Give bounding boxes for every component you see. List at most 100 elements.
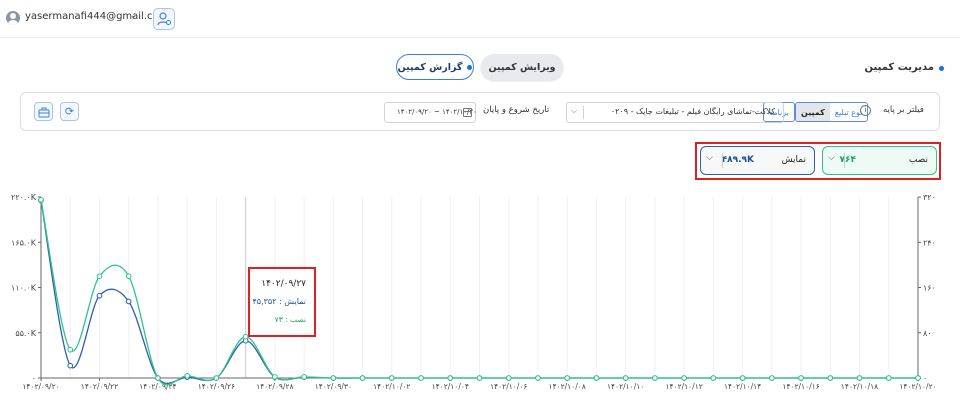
tab-label: ویرایش کمپین <box>488 61 556 73</box>
y-tick-label-left: ۱۶۵.۰K <box>11 238 37 247</box>
data-point-install <box>213 375 220 381</box>
chevron-down-icon: ⌵ <box>571 106 578 115</box>
data-point-install <box>301 374 307 380</box>
data-point-install <box>915 375 921 381</box>
chevron-down-icon[interactable]: ⌄ <box>130 11 137 20</box>
metric-label: نصب <box>908 155 928 165</box>
data-point-install <box>827 375 834 381</box>
data-point-install <box>184 372 190 379</box>
date-range-label: تاریخ شروع و پایان <box>483 105 550 115</box>
data-point-install <box>856 375 863 381</box>
data-point-install <box>535 375 541 381</box>
y-tick-label-left: ۱۱۰.۰K <box>11 284 37 293</box>
data-point-install <box>155 375 161 381</box>
divider <box>583 106 584 119</box>
data-point-install <box>564 375 571 381</box>
data-point-impression <box>96 292 103 299</box>
metric-impression-card[interactable]: نمایش ۴۸۹.۹K ⌵ <box>700 146 815 175</box>
seg-campaign[interactable]: کمپین <box>796 103 830 121</box>
data-point-install <box>125 273 132 279</box>
filter-bar: فیلتر بر پایه i نوع تبلیغ کمپین برنامه ک… <box>20 92 940 131</box>
y-tick-label-left: ۵۵.۰K <box>15 329 36 338</box>
data-point-install <box>389 375 395 381</box>
data-point-install <box>272 374 278 380</box>
active-dot-icon <box>467 64 473 70</box>
data-point-install <box>885 375 892 381</box>
data-point-impression <box>125 298 132 305</box>
data-point-install <box>593 375 600 381</box>
metric-value: ۷۶۴ <box>839 155 856 165</box>
campaign-select-value: کلاکت-تماشای رایگان فیلم - تبلیغات جایک … <box>610 107 775 116</box>
tooltip-date: ۱۴۰۲/۰۹/۲۷ <box>261 279 306 289</box>
data-point-install <box>96 273 103 279</box>
tooltip-impression: نمایش : ۴۵,۳۵۲ <box>252 297 306 306</box>
data-point-impression <box>67 362 74 369</box>
divider <box>722 153 723 168</box>
date-range-input[interactable]: ۱۴۰۲/۰۹/۲۰ ~ ۱۴۰۲/۱۰/۲۰ <box>384 102 477 123</box>
refresh-button[interactable]: ⟳ <box>60 102 79 121</box>
filter-label: فیلتر بر پایه <box>882 105 924 115</box>
top-bar: yasermanafi444@gmail.com ⌄ <box>0 0 960 38</box>
divider <box>844 153 845 168</box>
x-tick-label: ۱۴۰۲/۱۰/۰۶ <box>490 382 527 391</box>
y-tick-label-right: ۳۲۰ <box>923 193 936 202</box>
data-point-install <box>447 375 454 381</box>
data-point-install <box>476 375 483 381</box>
tab-campaign-edit[interactable]: ویرایش کمپین <box>481 54 563 80</box>
x-tick-label: ۱۴۰۲/۱۰/۱۸ <box>841 382 878 391</box>
title-dot-icon <box>939 66 944 71</box>
x-tick-label: ۱۴۰۲/۱۰/۱۰ <box>607 382 644 391</box>
data-point-install <box>681 375 687 381</box>
x-tick-label: ۱۴۰۲/۱۰/۱۶ <box>782 382 819 391</box>
line-chart: ۰ ۰۵۵.۰K ۸۰۱۱۰.۰K ۱۶۰۱۶۵.۰K ۲۴۰۲۲۰.۰K ۳۲۰۱۴۰۲… <box>11 193 937 391</box>
data-point-install <box>622 375 629 381</box>
account-settings-button[interactable] <box>153 8 175 30</box>
data-point-install <box>739 375 746 381</box>
x-tick-label: ۱۴۰۲/۱۰/۰۸ <box>549 382 586 391</box>
chevron-down-icon[interactable]: ⌵ <box>828 153 835 163</box>
campaign-select[interactable]: کلاکت-تماشای رایگان فیلم - تبلیغات جایک … <box>566 102 784 123</box>
seg-ad-type[interactable]: نوع تبلیغ <box>830 103 868 121</box>
data-point-install <box>505 375 512 381</box>
user-gear-icon <box>157 12 171 26</box>
chevron-down-icon[interactable]: ⌵ <box>706 153 713 163</box>
page-title: مدیریت کمپین <box>864 62 934 73</box>
x-tick-label: ۱۴۰۲/۱۰/۱۲ <box>665 382 702 391</box>
x-tick-label: ۱۴۰۲/۱۰/۰۴ <box>432 382 469 391</box>
user-avatar-icon[interactable] <box>6 11 20 25</box>
y-tick-label-right: ۲۴۰ <box>923 238 936 247</box>
chart-tooltip: ۱۴۰۲/۰۹/۲۷ نمایش : ۴۵,۳۵۲ نصب : ۷۳ <box>248 267 316 337</box>
y-tick-label-right: ۱۶۰ <box>923 284 936 293</box>
calendar-icon <box>463 108 472 117</box>
y-tick-label-left: ۲۲۰.۰K <box>11 193 37 202</box>
metric-install-card[interactable]: نصب ۷۶۴ ⌵ <box>822 146 937 175</box>
data-point-install <box>359 375 366 381</box>
x-tick-label: ۱۴۰۲/۰۹/۳۰ <box>315 382 352 391</box>
x-tick-label: ۱۴۰۲/۰۹/۲۲ <box>81 382 118 391</box>
data-point-install <box>67 346 74 353</box>
x-tick-label: ۱۴۰۲/۰۹/۲۶ <box>198 382 235 391</box>
x-tick-label: ۱۴۰۲/۰۹/۲۸ <box>256 382 293 391</box>
data-point-install <box>710 375 717 381</box>
x-tick-label: ۱۴۰۲/۱۰/۲۰ <box>899 382 936 391</box>
refresh-icon: ⟳ <box>64 105 75 118</box>
y-tick-label-right: ۸۰ <box>923 329 932 338</box>
data-point-install <box>798 375 804 381</box>
data-point-install <box>652 375 658 381</box>
metric-value: ۴۸۹.۹K <box>721 155 754 165</box>
filter-type-toggle: نوع تبلیغ کمپین <box>795 102 869 122</box>
tooltip-install: نصب : ۷۳ <box>274 315 306 324</box>
x-tick-label: ۱۴۰۲/۰۹/۲۰ <box>22 382 59 391</box>
data-point-install <box>330 375 337 381</box>
briefcase-icon <box>38 107 49 117</box>
x-tick-label: ۱۴۰۲/۱۰/۰۲ <box>373 382 410 391</box>
tab-label: گزارش کمپین <box>397 61 463 73</box>
account-email[interactable]: yasermanafi444@gmail.com <box>25 11 168 22</box>
x-tick-label: ۱۴۰۲/۱۰/۱۴ <box>724 382 761 391</box>
data-point-install <box>38 197 44 203</box>
tab-campaign-report[interactable]: گزارش کمپین <box>396 54 474 80</box>
data-point-install <box>769 375 775 381</box>
metric-label: نمایش <box>781 155 806 165</box>
export-button[interactable] <box>34 102 53 121</box>
data-point-install <box>418 375 424 381</box>
